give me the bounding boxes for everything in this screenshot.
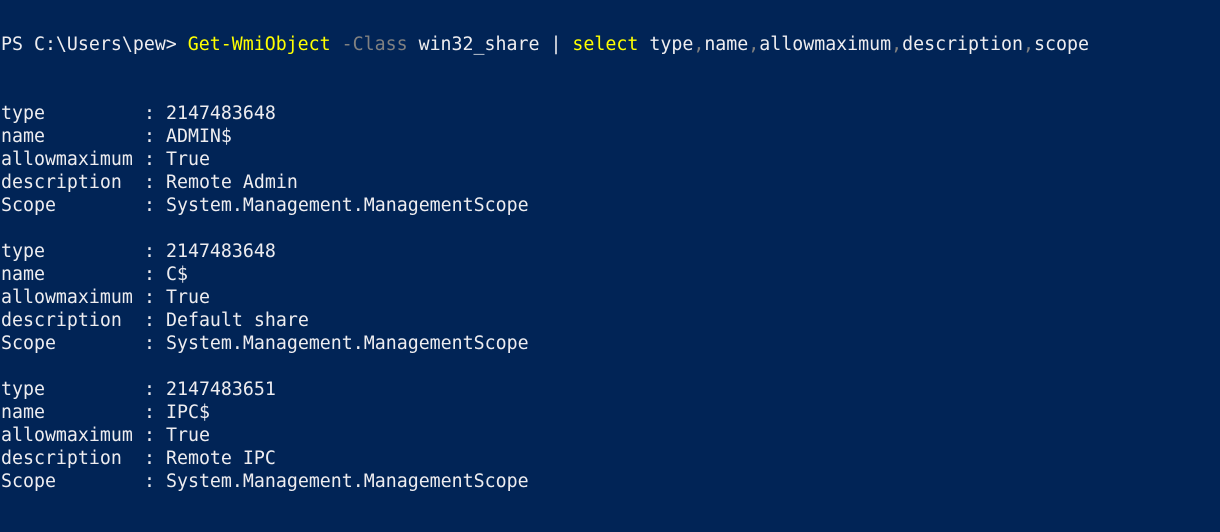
property-colon: : bbox=[144, 103, 166, 124]
result-row: description: Default share bbox=[1, 309, 1220, 332]
property-name: name bbox=[1, 402, 45, 423]
result-row: type: 2147483648 bbox=[1, 240, 1220, 263]
result-row: description: Remote Admin bbox=[1, 171, 1220, 194]
result-row: name: IPC$ bbox=[1, 401, 1220, 424]
property-colon: : bbox=[144, 149, 166, 170]
select-command: select bbox=[572, 34, 639, 55]
property-name: description bbox=[1, 172, 122, 193]
property-value: IPC$ bbox=[165, 402, 210, 423]
property-value: Remote IPC bbox=[165, 448, 276, 469]
result-row: name: ADMIN$ bbox=[1, 125, 1220, 148]
field-separator: , bbox=[1023, 34, 1034, 55]
property-colon: : bbox=[144, 126, 166, 147]
field-separator: , bbox=[748, 34, 760, 55]
powershell-console[interactable]: PS C:\Users\pew> Get-WmiObject -Class wi… bbox=[0, 0, 1220, 532]
result-block: type: 2147483648 name: C$ allowmaximum: … bbox=[1, 240, 1220, 355]
property-name: Scope bbox=[1, 333, 56, 354]
property-name: Scope bbox=[1, 195, 56, 216]
property-colon: : bbox=[144, 471, 166, 492]
property-colon: : bbox=[144, 195, 166, 216]
property-colon: : bbox=[144, 333, 166, 354]
select-field: name bbox=[704, 34, 749, 55]
property-name: type bbox=[1, 241, 45, 262]
property-colon: : bbox=[144, 172, 166, 193]
result-row: Scope: System.Management.ManagementScope bbox=[1, 470, 1220, 493]
property-value: Remote Admin bbox=[165, 172, 298, 193]
property-name: description bbox=[1, 448, 122, 469]
result-block: type: 2147483648 name: ADMIN$ allowmaxim… bbox=[1, 102, 1220, 217]
field-separator: , bbox=[693, 34, 705, 55]
property-value: System.Management.ManagementScope bbox=[165, 333, 529, 354]
property-name: type bbox=[1, 103, 45, 124]
prompt: PS C:\Users\pew> bbox=[1, 34, 188, 55]
result-row: name: C$ bbox=[1, 263, 1220, 286]
property-name: allowmaximum bbox=[1, 149, 133, 170]
result-row: Scope: System.Management.ManagementScope bbox=[1, 332, 1220, 355]
property-name: allowmaximum bbox=[1, 425, 133, 446]
property-name: allowmaximum bbox=[1, 287, 133, 308]
property-value: System.Management.ManagementScope bbox=[165, 471, 529, 492]
property-value: Default share bbox=[165, 310, 309, 331]
property-name: description bbox=[1, 310, 122, 331]
property-value: True bbox=[165, 149, 210, 170]
result-block: type: 2147483651 name: IPC$ allowmaximum… bbox=[1, 378, 1220, 493]
property-colon: : bbox=[144, 287, 166, 308]
property-value: 2147483648 bbox=[165, 241, 276, 262]
result-row: type: 2147483648 bbox=[1, 102, 1220, 125]
property-colon: : bbox=[144, 264, 166, 285]
property-colon: : bbox=[144, 241, 166, 262]
select-field: description bbox=[902, 34, 1023, 55]
property-colon: : bbox=[144, 310, 166, 331]
property-colon: : bbox=[144, 425, 166, 446]
result-row: allowmaximum: True bbox=[1, 286, 1220, 309]
property-name: name bbox=[1, 264, 45, 285]
property-value: True bbox=[165, 425, 210, 446]
command-line[interactable]: PS C:\Users\pew> Get-WmiObject -Class wi… bbox=[1, 33, 1220, 56]
property-name: type bbox=[1, 379, 45, 400]
property-name: Scope bbox=[1, 471, 56, 492]
property-colon: : bbox=[144, 402, 166, 423]
property-value: 2147483651 bbox=[165, 379, 276, 400]
select-field: allowmaximum bbox=[759, 34, 892, 55]
property-value: ADMIN$ bbox=[165, 126, 232, 147]
property-colon: : bbox=[144, 379, 166, 400]
parameter-value: win32_share bbox=[418, 34, 540, 55]
result-row: Scope: System.Management.ManagementScope bbox=[1, 194, 1220, 217]
property-value: C$ bbox=[165, 264, 188, 285]
result-row: type: 2147483651 bbox=[1, 378, 1220, 401]
property-name: name bbox=[1, 126, 45, 147]
result-row: allowmaximum: True bbox=[1, 424, 1220, 447]
property-colon: : bbox=[144, 448, 166, 469]
pipe-operator: | bbox=[539, 34, 573, 55]
result-row: allowmaximum: True bbox=[1, 148, 1220, 171]
parameter-name: -Class bbox=[341, 34, 408, 55]
field-separator: , bbox=[891, 34, 903, 55]
property-value: True bbox=[165, 287, 210, 308]
result-row: description: Remote IPC bbox=[1, 447, 1220, 470]
select-field: type bbox=[649, 34, 694, 55]
property-value: System.Management.ManagementScope bbox=[165, 195, 529, 216]
cmdlet-name: Get-WmiObject bbox=[187, 34, 331, 55]
property-value: 2147483648 bbox=[165, 103, 276, 124]
select-field: scope bbox=[1034, 34, 1089, 55]
